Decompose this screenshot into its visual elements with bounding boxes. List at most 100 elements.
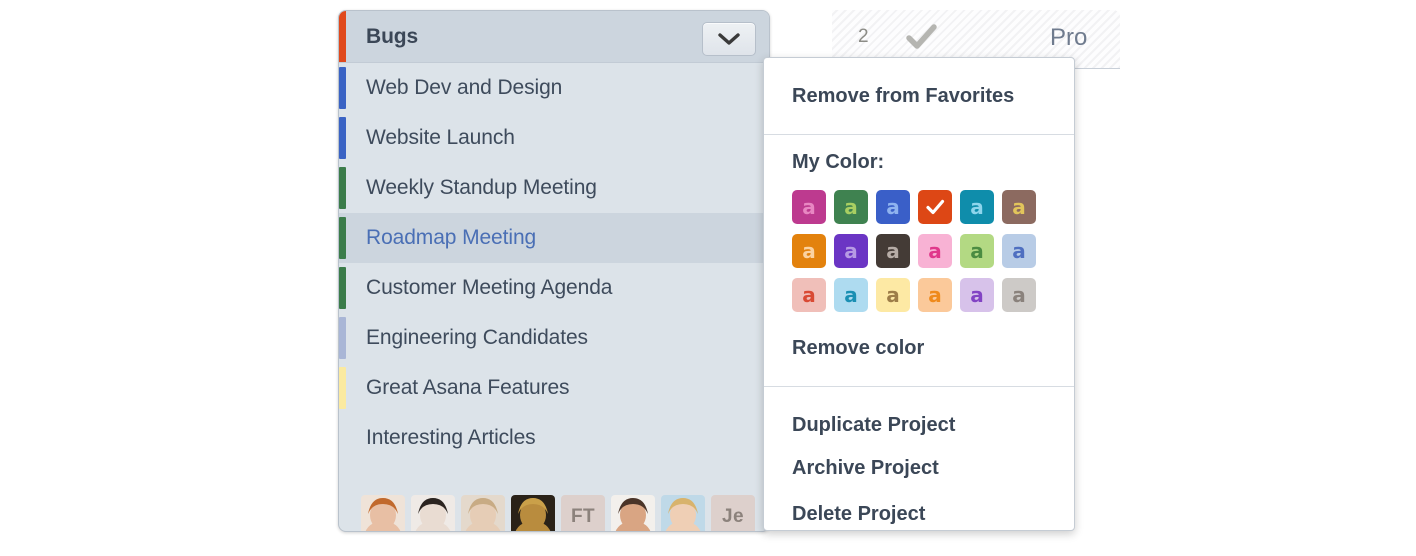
menu-bottom-padding-2 [764, 368, 1074, 386]
swatch-color-blue[interactable]: a [876, 190, 910, 224]
project-list-item[interactable]: Great Asana Features [339, 363, 769, 413]
menu-item-delete-project[interactable]: Delete Project [764, 491, 1074, 531]
project-list-item-label: Interesting Articles [339, 426, 536, 450]
project-header-bugs[interactable]: Bugs [339, 11, 769, 63]
swatch-color-dark-brown[interactable]: a [876, 234, 910, 268]
project-list-item[interactable]: Engineering Candidates [339, 313, 769, 363]
asana-a-glyph-icon: a [970, 285, 984, 305]
asana-a-glyph-icon: a [844, 241, 858, 261]
swatch-color-brown[interactable]: a [1002, 190, 1036, 224]
menu-top-padding [764, 58, 1074, 76]
menu-item-duplicate-project[interactable]: Duplicate Project [764, 405, 1074, 445]
member-avatar-2[interactable] [411, 495, 455, 532]
avatar-initials: FT [561, 495, 605, 532]
member-avatar-je[interactable]: Je [711, 495, 755, 532]
project-color-bar [339, 11, 346, 62]
menu-top-padding-2 [764, 387, 1074, 405]
project-list-item-label: Weekly Standup Meeting [339, 176, 597, 200]
swatch-color-red[interactable] [918, 190, 952, 224]
asana-a-glyph-icon: a [1012, 197, 1026, 217]
menu-item-remove-from-favorites[interactable]: Remove from Favorites [764, 76, 1074, 116]
swatch-color-lavender[interactable]: a [960, 278, 994, 312]
project-list-item-label: Great Asana Features [339, 376, 569, 400]
asana-a-glyph-icon: a [928, 285, 942, 305]
asana-a-glyph-icon: a [886, 285, 900, 305]
asana-a-glyph-icon: a [970, 197, 984, 217]
asana-a-glyph-icon: a [886, 197, 900, 217]
project-color-bar [339, 317, 346, 359]
project-list-item[interactable]: Roadmap Meeting [339, 213, 769, 263]
member-avatar-4[interactable] [511, 495, 555, 532]
asana-a-glyph-icon: a [802, 285, 816, 305]
project-list-item[interactable]: Website Launch [339, 113, 769, 163]
project-list-item-label: Roadmap Meeting [339, 226, 536, 250]
swatch-color-teal[interactable]: a [960, 190, 994, 224]
member-avatar-1[interactable] [361, 495, 405, 532]
swatch-color-orange[interactable]: a [792, 234, 826, 268]
project-list-item[interactable]: Web Dev and Design [339, 63, 769, 113]
project-header-label: Bugs [339, 25, 418, 49]
swatch-color-light-blue[interactable]: a [1002, 234, 1036, 268]
avatar-photo [361, 495, 405, 532]
swatch-color-green[interactable]: a [834, 190, 868, 224]
avatar-photo [461, 495, 505, 532]
asana-a-glyph-icon: a [802, 197, 816, 217]
member-avatar-6[interactable] [611, 495, 655, 532]
member-avatar-7[interactable] [661, 495, 705, 532]
project-menu-button[interactable] [702, 22, 756, 56]
swatch-color-light-green[interactable]: a [960, 234, 994, 268]
checkmark-icon [925, 197, 945, 217]
checkmark-icon [904, 20, 938, 54]
menu-item-remove-color[interactable]: Remove color [764, 328, 1074, 368]
project-context-menu: Remove from Favorites My Color: aaaaaaaa… [763, 57, 1075, 531]
my-color-label: My Color: [764, 135, 1074, 178]
project-color-bar [339, 167, 346, 209]
asana-a-glyph-icon: a [970, 241, 984, 261]
project-list-item-label: Web Dev and Design [339, 76, 562, 100]
menu-bottom-padding [764, 116, 1074, 134]
avatar-photo [411, 495, 455, 532]
member-avatar-3[interactable] [461, 495, 505, 532]
screen-root: 2 Pro Bugs Web Dev and Design Website Lau… [0, 0, 1416, 556]
chevron-down-icon [718, 32, 740, 46]
avatar-photo [661, 495, 705, 532]
project-list-item[interactable]: Customer Meeting Agenda [339, 263, 769, 313]
project-color-bar [339, 367, 346, 409]
member-avatar-ft[interactable]: FT [561, 495, 605, 532]
task-count: 2 [858, 26, 869, 48]
swatch-color-magenta[interactable]: a [792, 190, 826, 224]
swatch-color-pink[interactable]: a [918, 234, 952, 268]
swatch-color-purple[interactable]: a [834, 234, 868, 268]
project-list-item-label: Engineering Candidates [339, 326, 588, 350]
menu-item-archive-project[interactable]: Archive Project [764, 445, 1074, 491]
asana-a-glyph-icon: a [844, 285, 858, 305]
project-color-bar [339, 117, 346, 159]
asana-a-glyph-icon: a [928, 241, 942, 261]
avatar-photo [611, 495, 655, 532]
color-swatch-grid: a a a a a a a a a a a a a a a a a [764, 178, 1074, 328]
project-list-item[interactable]: Interesting Articles [339, 413, 769, 463]
project-list: Web Dev and Design Website Launch Weekly S… [339, 63, 769, 463]
asana-a-glyph-icon: a [886, 241, 900, 261]
asana-a-glyph-icon: a [1012, 285, 1026, 305]
avatar-initials: Je [711, 495, 755, 532]
asana-a-glyph-icon: a [844, 197, 858, 217]
project-color-bar [339, 67, 346, 109]
project-list-item-label: Website Launch [339, 126, 515, 150]
swatch-color-pale-red[interactable]: a [792, 278, 826, 312]
swatch-color-peach[interactable]: a [918, 278, 952, 312]
swatch-color-pale-yellow[interactable]: a [876, 278, 910, 312]
favorites-panel: Bugs Web Dev and Design Website Launch Wee… [338, 10, 770, 532]
project-color-bar [339, 217, 346, 259]
project-list-item[interactable]: Weekly Standup Meeting [339, 163, 769, 213]
project-list-item-label: Customer Meeting Agenda [339, 276, 612, 300]
project-color-bar [339, 417, 346, 459]
project-heading-truncated: Pro [1050, 24, 1087, 52]
project-color-bar [339, 267, 346, 309]
swatch-color-grey[interactable]: a [1002, 278, 1036, 312]
swatch-color-sky[interactable]: a [834, 278, 868, 312]
member-avatar-row: FT Je [361, 495, 755, 532]
asana-a-glyph-icon: a [802, 241, 816, 261]
avatar-photo [511, 495, 555, 532]
asana-a-glyph-icon: a [1012, 241, 1026, 261]
